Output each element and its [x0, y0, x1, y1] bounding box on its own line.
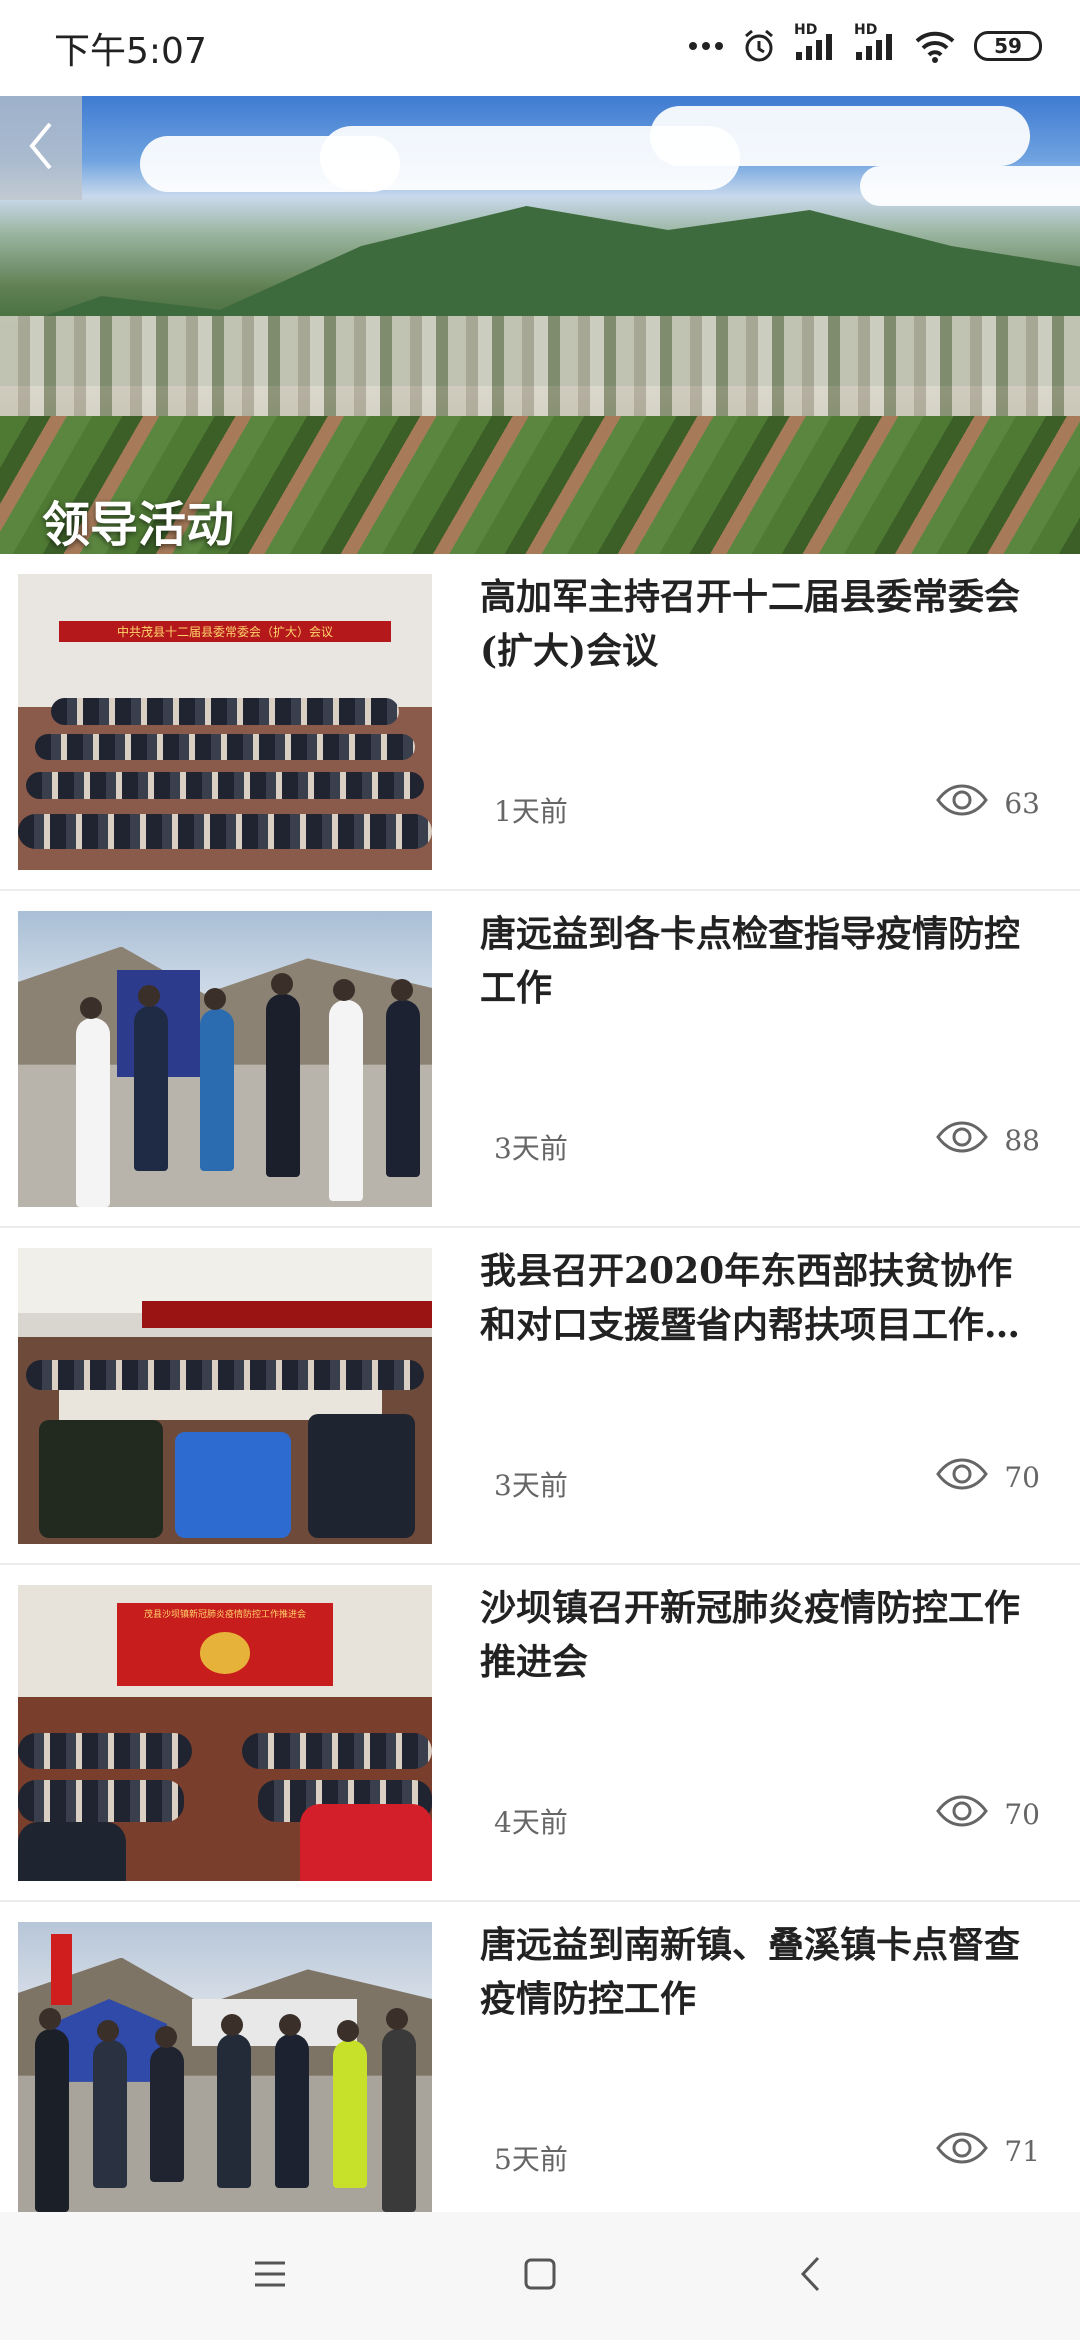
- news-time: 4天前: [494, 1806, 568, 1839]
- town-meeting-banner-text: 茂县沙坝镇新冠肺炎疫情防控工作推进会: [143, 1609, 306, 1620]
- view-count-value: 70: [1004, 1461, 1040, 1494]
- news-thumbnail-meeting-hall: 中共茂县十二届县委常委会（扩大）会议: [18, 574, 432, 870]
- view-count-value: 71: [1004, 2135, 1040, 2168]
- view-count: 70: [936, 1795, 1040, 1834]
- view-count-value: 70: [1004, 1798, 1040, 1831]
- news-time: 3天前: [494, 1469, 568, 1502]
- news-item[interactable]: 茂县沙坝镇新冠肺炎疫情防控工作推进会 沙坝镇召开新冠肺炎疫情防控工作推进会 4天…: [0, 1565, 1080, 1902]
- system-back-button[interactable]: [780, 2246, 840, 2306]
- back-button[interactable]: [0, 96, 82, 200]
- eye-icon: [936, 784, 989, 823]
- more-dots-icon: [688, 41, 724, 51]
- news-thumbnail-town-meeting: 茂县沙坝镇新冠肺炎疫情防控工作推进会: [18, 1585, 432, 1881]
- eye-icon: [936, 1458, 989, 1497]
- view-count: 88: [936, 1121, 1040, 1160]
- eye-icon: [936, 1121, 989, 1160]
- news-title[interactable]: 我县召开2020年东西部扶贫协作和对口支援暨省内帮扶项目工作推进会: [480, 1244, 1040, 1352]
- menu-icon: [253, 2260, 287, 2292]
- eye-icon: [936, 1795, 989, 1834]
- status-bar: 下午5:07 HD HD 59: [0, 0, 1080, 96]
- news-item[interactable]: 中共茂县十二届县委常委会（扩大）会议 高加军主持召开十二届县委常委会(扩大)会议…: [0, 554, 1080, 891]
- battery-indicator: 59: [974, 31, 1042, 61]
- signal-hd-2-icon: HD: [854, 22, 896, 62]
- news-list: 中共茂县十二届县委常委会（扩大）会议 高加军主持召开十二届县委常委会(扩大)会议…: [0, 554, 1080, 2239]
- news-item[interactable]: 唐远益到南新镇、叠溪镇卡点督查疫情防控工作 5天前 71: [0, 1902, 1080, 2239]
- view-count: 71: [936, 2132, 1040, 2171]
- alarm-clock-icon: [742, 28, 776, 64]
- news-title[interactable]: 沙坝镇召开新冠肺炎疫情防控工作推进会: [480, 1581, 1040, 1689]
- view-count-value: 88: [1004, 1124, 1040, 1157]
- view-count: 63: [936, 784, 1040, 823]
- wifi-icon: [914, 29, 956, 63]
- meeting-banner-text: 中共茂县十二届县委常委会（扩大）会议: [116, 625, 333, 640]
- news-title[interactable]: 唐远益到各卡点检查指导疫情防控工作: [480, 907, 1040, 1015]
- system-navigation-bar: [0, 2212, 1080, 2340]
- news-time: 3天前: [494, 1132, 568, 1165]
- news-item[interactable]: 唐远益到各卡点检查指导疫情防控工作 3天前 88: [0, 891, 1080, 1228]
- chevron-left-icon: [24, 118, 58, 178]
- square-home-icon: [523, 2257, 557, 2295]
- menu-button[interactable]: [240, 2246, 300, 2306]
- news-item[interactable]: 我县召开2020年东西部扶贫协作和对口支援暨省内帮扶项目工作推进会 3天前 70: [0, 1228, 1080, 1565]
- status-time: 下午5:07: [54, 31, 207, 72]
- news-thumbnail-conference: [18, 1248, 432, 1544]
- news-time: 5天前: [494, 2143, 568, 2176]
- home-button[interactable]: [510, 2246, 570, 2306]
- back-arrow-icon: [798, 2255, 822, 2297]
- news-title[interactable]: 高加军主持召开十二届县委常委会(扩大)会议: [480, 570, 1040, 678]
- news-title[interactable]: 唐远益到南新镇、叠溪镇卡点督查疫情防控工作: [480, 1918, 1040, 2026]
- news-thumbnail-checkpoint: [18, 911, 432, 1207]
- view-count-value: 63: [1004, 787, 1040, 820]
- signal-hd-1-icon: HD: [794, 22, 836, 62]
- view-count: 70: [936, 1458, 1040, 1497]
- status-icons: HD HD 59: [688, 22, 1042, 70]
- eye-icon: [936, 2132, 989, 2171]
- news-thumbnail-outdoor-checkpoint: [18, 1922, 432, 2218]
- news-time: 1天前: [494, 795, 568, 828]
- section-title: 领导活动: [42, 497, 235, 553]
